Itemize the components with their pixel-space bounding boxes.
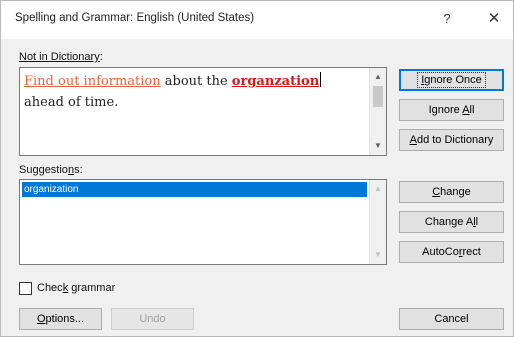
sentence-plain-text-2: ahead of time. [24, 95, 119, 110]
ignore-once-button[interactable]: Ignore Once [399, 69, 504, 91]
sentence-scrollbar[interactable]: ▲ ▼ [369, 68, 386, 155]
grammar-error-text: Find out information [24, 74, 161, 89]
suggestions-scrollbar[interactable]: ▲ ▼ [369, 180, 386, 264]
scroll-down-icon[interactable]: ▼ [370, 138, 386, 154]
ignore-all-button[interactable]: Ignore All [399, 99, 504, 121]
cancel-button[interactable]: Cancel [399, 308, 504, 330]
check-grammar-label[interactable]: Check grammar [37, 282, 115, 294]
close-button[interactable]: ✕ [481, 7, 507, 31]
title-bar: Spelling and Grammar: English (United St… [1, 1, 513, 39]
sentence-plain-text: about the [160, 74, 232, 89]
not-in-dictionary-label: Not in Dictionary: [19, 51, 103, 63]
add-to-dictionary-button[interactable]: Add to Dictionary [399, 129, 504, 151]
text-cursor [320, 72, 322, 87]
scroll-up-icon[interactable]: ▲ [370, 181, 386, 197]
spelling-grammar-dialog: Spelling and Grammar: English (United St… [0, 0, 514, 337]
undo-button[interactable]: Undo [111, 308, 194, 330]
sentence-text[interactable]: Find out information about the organzati… [24, 71, 364, 113]
options-button[interactable]: Options... [19, 308, 102, 330]
change-all-button[interactable]: Change All [399, 211, 504, 233]
suggestions-list[interactable]: organization ▲ ▼ [19, 179, 387, 265]
scroll-up-icon[interactable]: ▲ [370, 69, 386, 85]
change-button[interactable]: Change [399, 181, 504, 203]
scroll-down-icon[interactable]: ▼ [370, 247, 386, 263]
scroll-thumb[interactable] [373, 86, 383, 107]
check-grammar-checkbox[interactable] [19, 282, 32, 295]
spelling-error-word: organzation [231, 74, 320, 89]
suggestion-item-selected[interactable]: organization [22, 182, 367, 197]
autocorrect-button[interactable]: AutoCorrect [399, 241, 504, 263]
window-title: Spelling and Grammar: English (United St… [15, 12, 255, 24]
suggestions-label: Suggestions: [19, 164, 83, 176]
not-in-dictionary-textbox[interactable]: Find out information about the organzati… [19, 67, 387, 156]
help-button[interactable]: ? [434, 7, 460, 31]
